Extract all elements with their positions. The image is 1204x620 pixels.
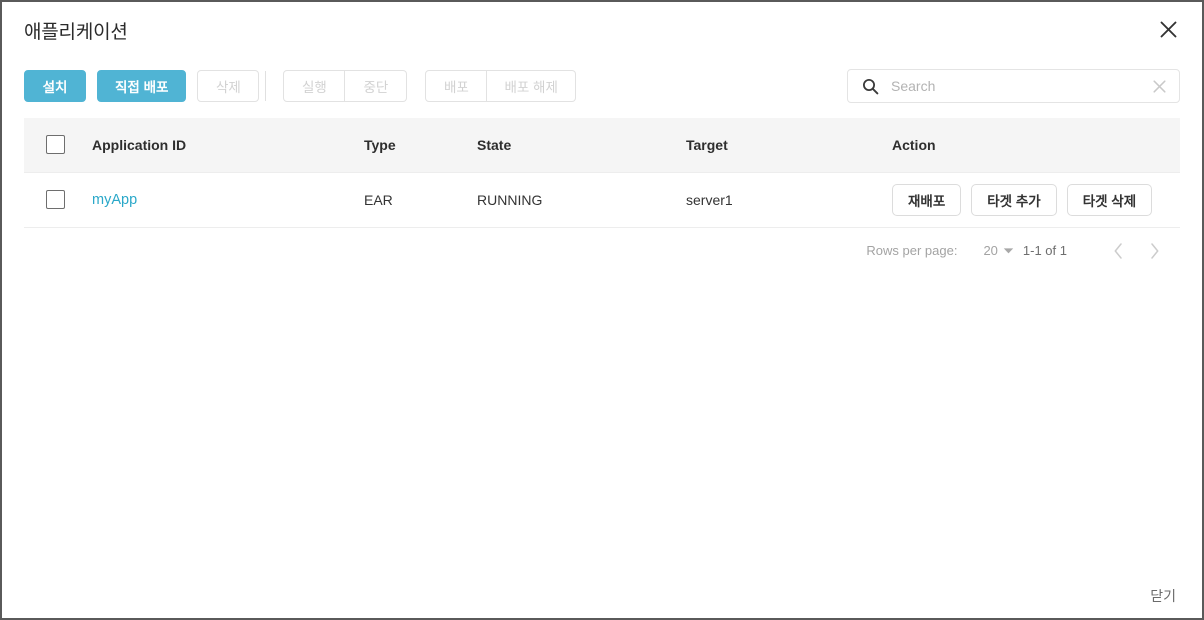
cell-type: EAR — [364, 172, 477, 228]
table-header-row: Application ID Type State Target Action — [24, 118, 1180, 173]
rows-per-page-label: Rows per page: — [866, 243, 958, 258]
search-box[interactable] — [847, 69, 1180, 103]
next-page-button[interactable] — [1136, 233, 1172, 269]
remove-target-button[interactable]: 타겟 삭제 — [1066, 183, 1153, 216]
install-button[interactable]: 설치 — [24, 70, 86, 102]
header-action: Action — [892, 118, 1180, 173]
previous-page-button[interactable] — [1100, 233, 1136, 269]
stop-button[interactable]: 중단 — [345, 70, 408, 102]
header-target: Target — [686, 118, 892, 173]
deploy-button[interactable]: 배포 — [425, 70, 488, 102]
dialog-footer: 닫기 — [1144, 582, 1182, 610]
header-state: State — [477, 118, 686, 173]
row-select-cell — [24, 172, 92, 228]
search-icon — [862, 78, 879, 95]
table-head: Application ID Type State Target Action — [24, 118, 1180, 173]
pagination-range: 1-1 of 1 — [1022, 243, 1067, 258]
delete-button[interactable]: 삭제 — [197, 70, 260, 102]
select-all-checkbox[interactable] — [46, 135, 65, 155]
header-select-all — [24, 118, 92, 173]
row-checkbox[interactable] — [46, 190, 65, 209]
header-application-id: Application ID — [92, 118, 364, 173]
applications-table: Application ID Type State Target Action … — [24, 118, 1180, 228]
redeploy-button[interactable]: 재배포 — [892, 183, 962, 216]
cell-application-id: myApp — [92, 172, 364, 228]
row-action-buttons: 재배포 타겟 추가 타겟 삭제 — [892, 183, 1180, 216]
undeploy-button[interactable]: 배포 해제 — [487, 70, 576, 102]
lifecycle-button-group: 실행 중단 — [283, 70, 408, 102]
close-button[interactable]: 닫기 — [1144, 582, 1182, 610]
caret-down-icon[interactable] — [1003, 247, 1014, 255]
header-type: Type — [364, 118, 477, 173]
add-target-button[interactable]: 타겟 추가 — [971, 183, 1057, 216]
pagination-bar: Rows per page: 20 1-1 of 1 — [24, 228, 1180, 274]
rows-per-page-value[interactable]: 20 — [983, 243, 997, 258]
application-dialog: 애플리케이션 설치 직접 배포 삭제 실행 중단 배포 배포 해제 Search… — [0, 0, 1204, 620]
deploy-button-group: 배포 배포 해제 — [425, 70, 576, 102]
table-body: myApp EAR RUNNING server1 재배포 타겟 추가 타겟 삭… — [24, 172, 1180, 228]
action-toolbar: 설치 직접 배포 삭제 실행 중단 배포 배포 해제 — [2, 58, 1202, 114]
cell-target: server1 — [686, 172, 892, 228]
close-icon[interactable] — [1152, 13, 1184, 45]
start-button[interactable]: 실행 — [283, 70, 346, 102]
table-row[interactable]: myApp EAR RUNNING server1 재배포 타겟 추가 타겟 삭… — [24, 172, 1180, 228]
direct-deploy-button[interactable]: 직접 배포 — [97, 70, 187, 102]
cell-state: RUNNING — [477, 172, 686, 228]
toolbar-divider — [265, 71, 267, 101]
clear-search-icon[interactable] — [1146, 79, 1167, 94]
applications-table-container: Application ID Type State Target Action … — [2, 118, 1202, 274]
page-title: 애플리케이션 — [24, 21, 128, 43]
dialog-titlebar: 애플리케이션 — [2, 2, 1202, 58]
search-input[interactable] — [891, 78, 1146, 94]
cell-action: 재배포 타겟 추가 타겟 삭제 — [892, 172, 1180, 228]
application-link[interactable]: myApp — [92, 192, 137, 208]
